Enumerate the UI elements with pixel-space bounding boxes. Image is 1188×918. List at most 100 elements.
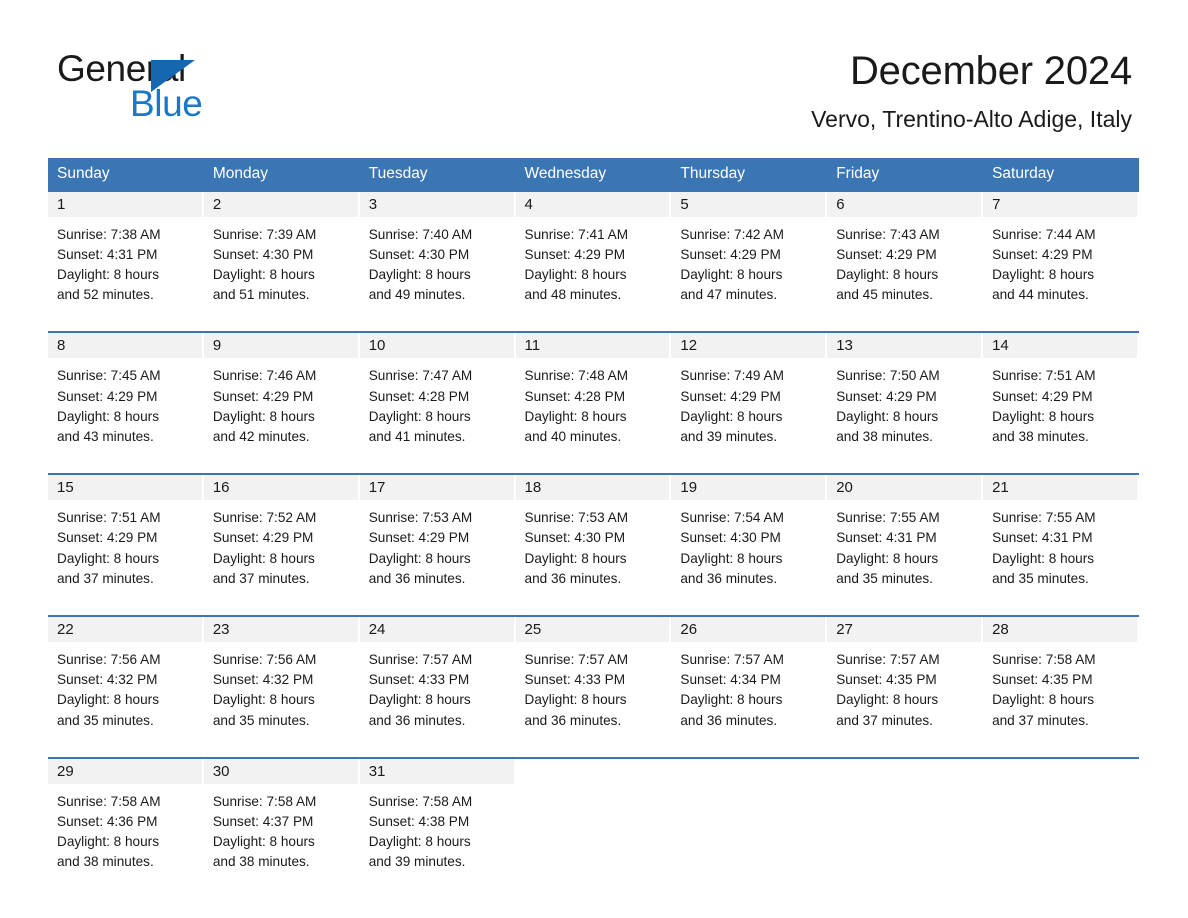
daylight-text: Daylight: 8 hours xyxy=(524,408,627,424)
day-number: 2 xyxy=(203,191,358,217)
day-cell[interactable]: 1 Sunrise: 7:38 AM Sunset: 4:31 PM Daylight… xyxy=(48,191,204,316)
day-cell[interactable]: 25 Sunrise: 7:57 AM Sunset: 4:33 PM Dayligh… xyxy=(515,617,672,741)
daylight-text: and 52 minutes. xyxy=(57,287,154,303)
daylight-text: Daylight: 8 hours xyxy=(368,692,471,708)
generalblue-logo[interactable]: General Blue xyxy=(57,50,257,128)
day-cell[interactable]: 9 Sunrise: 7:46 AM Sunset: 4:29 PM Daylight… xyxy=(203,333,360,458)
day-details: Sunrise: 7:45 AM Sunset: 4:29 PM Daylight:… xyxy=(48,358,204,457)
day-cell[interactable]: 8 Sunrise: 7:45 AM Sunset: 4:29 PM Daylight… xyxy=(48,333,204,458)
day-number: 27 xyxy=(827,617,982,643)
day-cell[interactable]: 22 Sunrise: 7:56 AM Sunset: 4:32 PM Dayligh… xyxy=(48,617,204,741)
calendar-page: General Blue December 2024 Vervo, Trenti… xyxy=(0,0,1188,918)
calendar-cell: 11 Sunrise: 7:48 AM Sunset: 4:28 PM Dayligh… xyxy=(515,331,672,458)
day-cell[interactable]: 31 Sunrise: 7:58 AM Sunset: 4:38 PM Dayligh… xyxy=(359,758,516,883)
calendar-cell: 17 Sunrise: 7:53 AM Sunset: 4:29 PM Dayligh… xyxy=(359,473,516,600)
daylight-text: and 36 minutes. xyxy=(680,570,778,586)
day-cell[interactable]: 29 Sunrise: 7:58 AM Sunset: 4:36 PM Dayligh… xyxy=(48,758,204,883)
calendar-cell xyxy=(671,756,828,883)
calendar-cell: 21 Sunrise: 7:55 AM Sunset: 4:31 PM Dayligh… xyxy=(983,473,1139,600)
day-details: Sunrise: 7:42 AM Sunset: 4:29 PM Daylight:… xyxy=(671,217,827,316)
calendar-cell: 4 Sunrise: 7:41 AM Sunset: 4:29 PM Daylight… xyxy=(515,191,672,316)
day-cell[interactable]: 11 Sunrise: 7:48 AM Sunset: 4:28 PM Dayligh… xyxy=(515,333,672,458)
daylight-text: and 35 minutes. xyxy=(836,570,933,586)
day-cell[interactable]: 14 Sunrise: 7:51 AM Sunset: 4:29 PM Dayligh… xyxy=(983,333,1139,458)
day-cell[interactable]: 26 Sunrise: 7:57 AM Sunset: 4:34 PM Dayligh… xyxy=(671,617,828,741)
daylight-text: Daylight: 8 hours xyxy=(57,834,160,850)
daylight-text: Daylight: 8 hours xyxy=(836,408,939,424)
daylight-text: Daylight: 8 hours xyxy=(368,267,471,282)
sunrise-text: Sunrise: 7:57 AM xyxy=(368,652,473,668)
sunset-text: Sunset: 4:29 PM xyxy=(212,530,314,546)
day-details: Sunrise: 7:56 AM Sunset: 4:32 PM Daylight:… xyxy=(204,642,360,741)
day-number: 4 xyxy=(515,191,670,217)
day-number: 25 xyxy=(515,617,670,643)
day-cell[interactable]: 15 Sunrise: 7:51 AM Sunset: 4:29 PM Dayligh… xyxy=(48,475,204,600)
sunrise-text: Sunrise: 7:52 AM xyxy=(212,510,317,526)
day-cell[interactable]: 4 Sunrise: 7:41 AM Sunset: 4:29 PM Daylight… xyxy=(515,191,672,316)
day-number: 20 xyxy=(827,475,982,501)
sunset-text: Sunset: 4:32 PM xyxy=(212,672,314,688)
weekday-header-monday: Monday xyxy=(203,158,360,192)
sunset-text: Sunset: 4:35 PM xyxy=(992,672,1093,688)
sunrise-text: Sunrise: 7:57 AM xyxy=(836,652,940,668)
day-cell-empty xyxy=(983,758,1139,877)
day-number xyxy=(671,758,826,784)
day-cell[interactable]: 12 Sunrise: 7:49 AM Sunset: 4:29 PM Dayligh… xyxy=(671,333,828,458)
day-cell[interactable]: 3 Sunrise: 7:40 AM Sunset: 4:30 PM Daylight… xyxy=(359,191,516,316)
sunrise-text: Sunrise: 7:42 AM xyxy=(680,226,784,242)
day-number: 31 xyxy=(359,758,514,784)
day-details: Sunrise: 7:47 AM Sunset: 4:28 PM Daylight:… xyxy=(360,358,516,457)
day-cell[interactable]: 10 Sunrise: 7:47 AM Sunset: 4:28 PM Dayligh… xyxy=(359,333,516,458)
day-number: 28 xyxy=(983,617,1137,643)
daylight-text: and 48 minutes. xyxy=(524,287,622,303)
week-spacer xyxy=(48,599,1139,617)
day-cell[interactable]: 2 Sunrise: 7:39 AM Sunset: 4:30 PM Daylight… xyxy=(203,191,360,316)
day-details: Sunrise: 7:41 AM Sunset: 4:29 PM Daylight:… xyxy=(516,217,672,316)
day-details: Sunrise: 7:58 AM Sunset: 4:35 PM Daylight:… xyxy=(983,642,1139,741)
day-cell[interactable]: 27 Sunrise: 7:57 AM Sunset: 4:35 PM Dayligh… xyxy=(827,617,984,741)
weekday-header-friday: Friday xyxy=(827,158,984,192)
daylight-text: and 42 minutes. xyxy=(212,429,310,445)
day-cell[interactable]: 18 Sunrise: 7:53 AM Sunset: 4:30 PM Dayligh… xyxy=(515,475,672,600)
daylight-text: Daylight: 8 hours xyxy=(680,408,783,424)
day-cell[interactable]: 19 Sunrise: 7:54 AM Sunset: 4:30 PM Dayligh… xyxy=(671,475,828,600)
day-cell[interactable]: 30 Sunrise: 7:58 AM Sunset: 4:37 PM Dayligh… xyxy=(203,758,360,883)
day-number xyxy=(983,758,1137,784)
page-title: December 2024 xyxy=(849,49,1132,93)
calendar: Sunday Monday Tuesday Wednesday Thursday Frid… xyxy=(48,158,1139,883)
sunset-text: Sunset: 4:31 PM xyxy=(57,246,158,262)
day-details: Sunrise: 7:50 AM Sunset: 4:29 PM Daylight:… xyxy=(827,358,983,457)
sunrise-text: Sunrise: 7:48 AM xyxy=(524,368,629,384)
day-cell[interactable]: 5 Sunrise: 7:42 AM Sunset: 4:29 PM Daylight… xyxy=(671,191,828,316)
calendar-cell: 8 Sunrise: 7:45 AM Sunset: 4:29 PM Daylight… xyxy=(48,331,204,458)
day-cell[interactable]: 13 Sunrise: 7:50 AM Sunset: 4:29 PM Dayligh… xyxy=(827,333,984,458)
calendar-cell: 18 Sunrise: 7:53 AM Sunset: 4:30 PM Dayligh… xyxy=(515,473,672,600)
sunrise-text: Sunrise: 7:50 AM xyxy=(836,368,940,384)
calendar-cell: 23 Sunrise: 7:56 AM Sunset: 4:32 PM Dayligh… xyxy=(203,615,360,741)
sunset-text: Sunset: 4:37 PM xyxy=(212,814,314,830)
day-cell[interactable]: 24 Sunrise: 7:57 AM Sunset: 4:33 PM Dayligh… xyxy=(359,617,516,741)
day-cell[interactable]: 6 Sunrise: 7:43 AM Sunset: 4:29 PM Daylight… xyxy=(827,191,984,316)
calendar-cell: 9 Sunrise: 7:46 AM Sunset: 4:29 PM Daylight… xyxy=(203,331,360,458)
day-number: 14 xyxy=(983,333,1137,359)
day-cell[interactable]: 17 Sunrise: 7:53 AM Sunset: 4:29 PM Dayligh… xyxy=(359,475,516,600)
day-cell[interactable]: 23 Sunrise: 7:56 AM Sunset: 4:32 PM Dayligh… xyxy=(203,617,360,741)
sunset-text: Sunset: 4:29 PM xyxy=(680,246,781,262)
day-number: 18 xyxy=(515,475,670,501)
daylight-text: Daylight: 8 hours xyxy=(992,692,1095,708)
day-cell[interactable]: 7 Sunrise: 7:44 AM Sunset: 4:29 PM Daylight… xyxy=(983,191,1139,316)
day-cell[interactable]: 20 Sunrise: 7:55 AM Sunset: 4:31 PM Dayligh… xyxy=(827,475,984,600)
calendar-cell: 1 Sunrise: 7:38 AM Sunset: 4:31 PM Daylight… xyxy=(48,191,204,316)
day-number: 7 xyxy=(983,191,1137,217)
day-cell[interactable]: 21 Sunrise: 7:55 AM Sunset: 4:31 PM Dayligh… xyxy=(983,475,1139,600)
day-number: 21 xyxy=(983,475,1137,501)
sunrise-text: Sunrise: 7:51 AM xyxy=(57,510,161,526)
calendar-cell: 24 Sunrise: 7:57 AM Sunset: 4:33 PM Dayligh… xyxy=(359,615,516,741)
day-cell[interactable]: 16 Sunrise: 7:52 AM Sunset: 4:29 PM Dayligh… xyxy=(203,475,360,600)
daylight-text: and 40 minutes. xyxy=(524,429,622,445)
day-cell[interactable]: 28 Sunrise: 7:58 AM Sunset: 4:35 PM Dayligh… xyxy=(983,617,1139,741)
logo-text-blue: Blue xyxy=(130,83,203,124)
daylight-text: and 37 minutes. xyxy=(836,712,933,728)
day-number: 11 xyxy=(515,333,670,359)
sunset-text: Sunset: 4:29 PM xyxy=(836,246,937,262)
